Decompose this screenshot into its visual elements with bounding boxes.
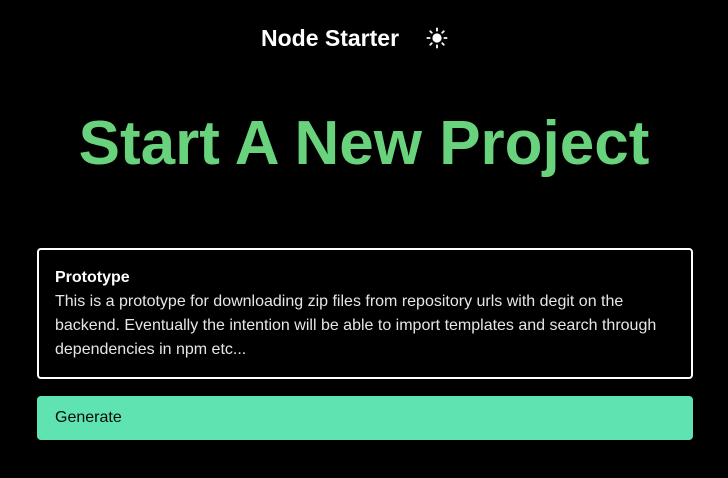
card-description: This is a prototype for downloading zip … — [55, 293, 657, 358]
brand-title[interactable]: Node Starter — [261, 22, 399, 54]
page-title: Start A New Project — [78, 109, 650, 178]
card-title: Prototype — [55, 269, 130, 286]
site-header: Node Starter — [0, 0, 728, 78]
theme-toggle-button[interactable] — [424, 25, 450, 51]
sun-icon — [426, 27, 448, 49]
prototype-card: Prototype This is a prototype for downlo… — [37, 248, 693, 379]
generate-button[interactable]: Generate — [37, 396, 693, 440]
